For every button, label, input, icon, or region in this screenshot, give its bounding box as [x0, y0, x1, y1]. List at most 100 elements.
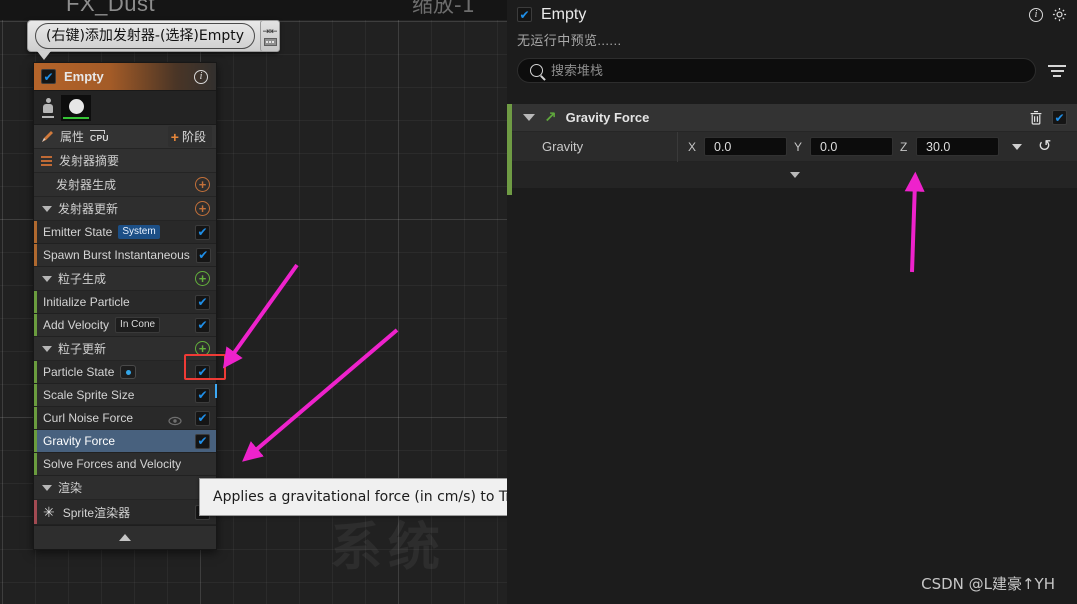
collapse-panel-button[interactable] [34, 525, 216, 549]
instruction-callout-tail [37, 51, 51, 60]
zoom-level-label: 缩放-1 [412, 0, 475, 17]
gravity-property-row: Gravity X 0.0 Y 0.0 Z 30.0 ↺ [512, 131, 1077, 162]
emitter-enable-checkbox[interactable]: ✔ [41, 69, 56, 84]
axis-label-y: Y [794, 139, 803, 154]
gravity-x-input[interactable]: 0.0 [704, 137, 787, 156]
search-stack-box[interactable] [517, 58, 1036, 83]
instruction-callout: (右键)添加发射器-(选择)Empty [27, 20, 279, 52]
gravity-force-expand-footer[interactable] [512, 162, 1077, 188]
watermark-credit: CSDN @L建豪↑YH [921, 575, 1055, 593]
chevron-down-icon[interactable] [523, 114, 535, 121]
section-particle-update[interactable]: 粒子更新 + [34, 337, 216, 361]
info-icon[interactable]: i [194, 69, 208, 84]
chevron-down-icon[interactable] [42, 345, 52, 352]
section-label: 粒子生成 [58, 272, 107, 286]
chevron-down-icon[interactable] [42, 205, 52, 212]
gear-icon[interactable] [1052, 7, 1067, 22]
module-label: Add Velocity [43, 318, 110, 332]
gravity-force-header[interactable]: ↗ Gravity Force ✔ [512, 104, 1077, 132]
section-particle-spawn[interactable]: 粒子生成 + [34, 267, 216, 291]
emitter-thumbnail-row [34, 91, 216, 125]
background-watermark: 系统 [330, 518, 447, 578]
category-stripe [34, 430, 37, 452]
sim-target-icon[interactable]: CPU [90, 130, 109, 143]
gravity-force-module-card: ↗ Gravity Force ✔ Gravity X 0.0 Y 0.0 Z … [507, 104, 1077, 195]
emitter-node-panel[interactable]: ✔ Empty i 属性 CPU + 阶段 发射器摘要 发射器生成 + 发射器更… [33, 62, 217, 550]
chevron-down-icon[interactable] [42, 275, 52, 282]
revert-icon[interactable]: ↺ [1038, 138, 1051, 155]
add-stage-button[interactable]: + 阶段 [167, 126, 212, 147]
module-row-solve-forces[interactable]: Solve Forces and Velocity [34, 453, 216, 476]
add-module-button[interactable]: + [195, 271, 210, 286]
module-row-gravity-force[interactable]: Gravity Force ✔ [34, 430, 216, 453]
module-enable-checkbox[interactable]: ✔ [195, 247, 211, 263]
add-stage-label: 阶段 [181, 130, 206, 144]
category-stripe [507, 104, 512, 195]
gravity-label: Gravity [542, 139, 584, 154]
module-badge: System [118, 225, 160, 239]
add-module-button[interactable]: + [195, 341, 210, 356]
category-stripe [34, 407, 37, 429]
module-label: Initialize Particle [43, 295, 130, 309]
module-enable-checkbox[interactable]: ✔ [195, 224, 210, 240]
module-enable-checkbox[interactable]: ✔ [195, 433, 210, 449]
emitter-summary-label: 发射器摘要 [59, 154, 120, 168]
add-module-button[interactable]: + [195, 177, 210, 192]
category-stripe [34, 291, 37, 313]
module-label: Solve Forces and Velocity [43, 457, 182, 471]
module-row-scale-sprite-size[interactable]: Scale Sprite Size ✔ [34, 384, 216, 407]
module-label: Spawn Burst Instantaneous [43, 248, 190, 262]
eye-icon[interactable] [168, 413, 182, 426]
module-enable-checkbox[interactable]: ✔ [195, 317, 210, 333]
module-enable-checkbox[interactable]: ✔ [195, 387, 210, 403]
chevron-down-icon [789, 172, 800, 178]
module-row-emitter-state[interactable]: Emitter State System ✔ [34, 221, 216, 244]
emitter-summary-row[interactable]: 发射器摘要 [34, 149, 216, 173]
category-stripe [34, 384, 37, 406]
module-label: Curl Noise Force [43, 411, 134, 425]
add-module-button[interactable]: + [195, 201, 210, 216]
chevron-down-icon[interactable] [1012, 143, 1022, 150]
attributes-row[interactable]: 属性 CPU + 阶段 [34, 125, 216, 149]
section-label: 发射器更新 [58, 202, 119, 216]
module-row-initialize-particle[interactable]: Initialize Particle ✔ [34, 291, 216, 314]
module-badge [120, 365, 137, 379]
chevron-down-icon[interactable] [42, 484, 52, 491]
module-label: Scale Sprite Size [43, 388, 135, 402]
category-stripe [34, 500, 37, 524]
module-enable-checkbox[interactable]: ✔ [195, 364, 210, 380]
section-label: 渲染 [58, 481, 83, 495]
emitter-node-header[interactable]: ✔ Empty i [34, 63, 216, 91]
section-label: 粒子更新 [58, 342, 107, 356]
module-label: Gravity Force [43, 434, 116, 448]
trash-icon[interactable] [1029, 110, 1043, 125]
pin-icon: ⇥⇤ [262, 25, 278, 36]
details-enable-checkbox[interactable]: ✔ [517, 7, 532, 22]
gravity-force-enable-checkbox[interactable]: ✔ [1052, 110, 1067, 125]
module-details-panel: ✔ Empty i 无运行中预览...... [507, 0, 1077, 604]
section-label: 发射器生成 [56, 178, 117, 192]
section-emitter-update[interactable]: 发射器更新 + [34, 197, 216, 221]
category-stripe [34, 361, 37, 383]
module-enable-checkbox[interactable]: ✔ [195, 294, 210, 310]
search-input[interactable] [551, 63, 1023, 78]
module-row-curl-noise-force[interactable]: Curl Noise Force ✔ [34, 407, 216, 430]
category-stripe [34, 244, 37, 266]
module-row-spawn-burst[interactable]: Spawn Burst Instantaneous ✔ [34, 244, 216, 267]
section-emitter-spawn[interactable]: 发射器生成 + [34, 173, 216, 197]
gravity-y-input[interactable]: 0.0 [810, 137, 893, 156]
section-render[interactable]: 渲染 [34, 476, 216, 500]
text-cursor [215, 384, 217, 398]
axis-label-x: X [688, 139, 697, 154]
info-icon[interactable]: i [1029, 7, 1043, 22]
module-row-add-velocity[interactable]: Add Velocity In Cone ✔ [34, 314, 216, 337]
filter-icon[interactable] [1047, 64, 1067, 77]
gravity-z-input[interactable]: 30.0 [916, 137, 999, 156]
category-stripe [34, 221, 37, 243]
module-label: Sprite渲染器 [62, 505, 131, 520]
sprite-preview[interactable] [61, 94, 91, 121]
module-row-sprite-renderer[interactable]: ✳ Sprite渲染器 ✔ [34, 500, 216, 525]
module-enable-checkbox[interactable]: ✔ [195, 410, 210, 426]
module-row-particle-state[interactable]: Particle State ✔ [34, 361, 216, 384]
gravity-vector-fields: X 0.0 Y 0.0 Z 30.0 ↺ [677, 131, 1051, 162]
